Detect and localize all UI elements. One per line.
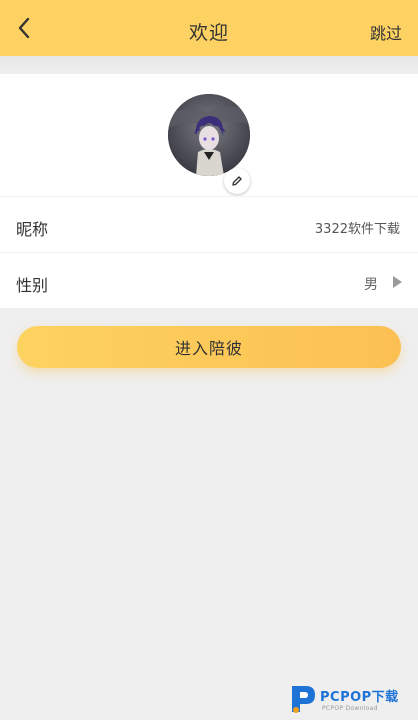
gender-row[interactable]: 性别 男 [0, 254, 418, 310]
header-shadow [0, 56, 418, 74]
page-title: 欢迎 [188, 22, 229, 44]
pcpop-logo-icon [292, 686, 315, 713]
avatar-image [168, 94, 250, 176]
avatar[interactable] [168, 94, 250, 176]
profile-card: 昵称 3322软件下载 性别 男 [0, 74, 418, 308]
top-bar: 欢迎 跳过 [0, 0, 418, 56]
enter-button[interactable]: 进入陪彼 [17, 326, 401, 368]
watermark-brand: PCPOP下载 [320, 690, 399, 705]
pencil-icon [232, 176, 242, 186]
gender-label: 性别 [16, 276, 49, 295]
skip-button[interactable]: 跳过 [370, 20, 402, 44]
edit-avatar-button[interactable] [224, 168, 250, 194]
watermark-logo: PCPOP下载 PCPOP Download [288, 682, 416, 716]
nickname-value: 3322软件下载 [314, 222, 400, 237]
watermark-subtitle: PCPOP Download [322, 705, 378, 712]
triangle-right-icon [393, 276, 402, 288]
gender-value: 男 [364, 277, 378, 293]
divider [0, 196, 418, 197]
divider [0, 252, 418, 253]
avatar-container [168, 94, 250, 194]
nickname-label: 昵称 [16, 220, 49, 239]
nickname-row[interactable]: 昵称 3322软件下载 [0, 198, 418, 254]
